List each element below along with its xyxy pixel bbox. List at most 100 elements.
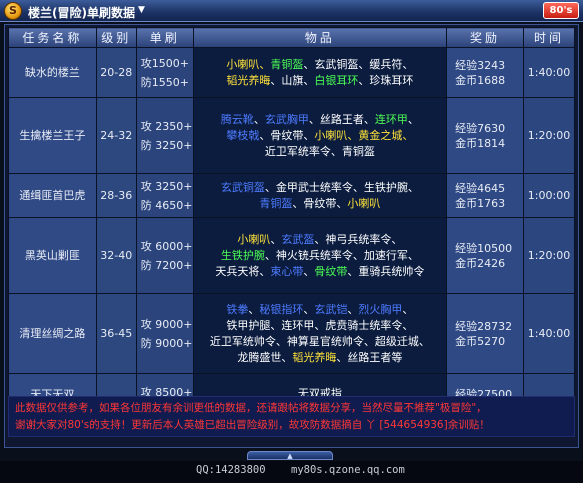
reward-cell: 经验28732 金币5270 (446, 293, 524, 374)
data-panel: 任务名称 级别 单刷 物品 奖励 时间 缺水的楼兰 20-28 攻1500+ 防155… (4, 24, 579, 448)
window-title: 楼兰(冒险)单刷数据 (28, 6, 135, 20)
item-text: 玄武盔 (281, 232, 315, 246)
time-value: 1:40:00 (527, 327, 571, 340)
reward-exp: 经验10500 (455, 241, 513, 255)
item-text: 骨纹带 (314, 264, 348, 278)
item-text: 、骨纹带、 (292, 196, 348, 210)
notice-line: 此数据仅供参考，如果各位朋友有余训更低的数据，还请跟帖将数据分享，当然尽量不推荐… (15, 402, 487, 414)
defense-requirement: 防 9000+ (140, 336, 193, 350)
header-level: 级别 (95, 27, 137, 48)
quest-name: 生擒楼兰王子 (19, 129, 86, 142)
items-line: 近卫军统率令、青铜盔 (198, 144, 442, 160)
item-text: 玄武胸甲 (264, 112, 309, 126)
items-line: 天兵天将、束心带、骨纹带、重骑兵统帅令 (198, 264, 442, 280)
item-text: 、 (303, 302, 315, 316)
solo-stats-cell: 攻 3250+ 防 4650+ (135, 173, 194, 218)
item-text: 龙腾盛世、 (237, 350, 293, 364)
notice-box: 此数据仅供参考，如果各位朋友有余训更低的数据，还请跟帖将数据分享，当然尽量不推荐… (8, 396, 575, 437)
time-cell: 1:40:00 (522, 293, 576, 374)
reward-cell: 经验3243 金币1688 (446, 47, 524, 98)
solo-stats-cell: 攻 2350+ 防 3250+ (135, 97, 194, 174)
item-text: 、丝路王者、 (308, 112, 375, 126)
item-text: 、玄武铜盔、缓兵符、 (303, 57, 414, 71)
item-text: 、金甲武士统率令、生铁护腕、 (264, 180, 419, 194)
reward-gold: 金币1688 (455, 73, 506, 87)
game-logo-icon: S (4, 2, 22, 20)
scroll-up-icon[interactable]: ▲ (247, 451, 333, 460)
level-cell: 32-40 (95, 217, 137, 294)
reward-cell: 经验10500 金币2426 (446, 217, 524, 294)
site-badge: 80's (543, 2, 579, 19)
level-cell: 36-45 (95, 293, 137, 374)
items-line: 生铁护腕、神火铳兵统率令、加速行军、 (198, 248, 442, 264)
level-range: 20-28 (100, 66, 133, 79)
items-line: 青铜盔、骨纹带、小喇叭 (198, 196, 442, 212)
items-line: 近卫军统帅令、神算星官统帅令、超级迁城、 (198, 334, 442, 350)
table-body: 缺水的楼兰 20-28 攻1500+ 防1550+ 小喇叭、青铜盔、玄武铜盔、缓兵符、韬… (8, 47, 576, 430)
time-value: 1:20:00 (527, 249, 571, 262)
item-text: 攀枝戟 (226, 128, 260, 142)
item-text: 秘银指环 (259, 302, 304, 316)
item-text: 、 (248, 302, 260, 316)
item-text: 韬光养晦 (292, 350, 337, 364)
table-row: 生擒楼兰王子 24-32 攻 2350+ 防 3250+ 腾云靴、玄武胸甲、丝路王者、连… (8, 97, 576, 174)
time-cell: 1:00:00 (522, 173, 576, 218)
table-row: 清理丝绸之路 36-45 攻 9000+ 防 9000+ 铁拳、秘银指环、玄武铠、烈火胸… (8, 293, 576, 374)
item-text: 、 (407, 112, 419, 126)
items-cell: 小喇叭、玄武盔、神弓兵统率令、 生铁护腕、神火铳兵统率令、加速行军、 天兵天将、束心… (192, 217, 448, 294)
items-cell: 玄武铜盔、金甲武士统率令、生铁护腕、青铜盔、骨纹带、小喇叭 (192, 173, 448, 218)
defense-requirement: 防 4650+ (140, 198, 193, 212)
items-cell: 腾云靴、玄武胸甲、丝路王者、连环甲、 攀枝戟、骨纹带、小喇叭、黄金之城、 近卫军统率… (192, 97, 448, 174)
item-text: 、 (402, 302, 414, 316)
item-text: 小喇叭 (314, 128, 348, 142)
attack-requirement: 攻 6000+ (140, 239, 193, 253)
item-text: 小喇叭 (347, 196, 381, 210)
items-cell: 小喇叭、青铜盔、玄武铜盔、缓兵符、 韬光养晦、山旗、白银耳环、珍珠耳环 (192, 47, 448, 98)
attack-requirement: 攻1500+ (140, 56, 189, 70)
item-text: 近卫军统率令、青铜盔 (264, 144, 375, 158)
notice-line: 谢谢大家对80's的支持！更新后本人英雄已超出冒险级别，故攻防数据摘自 丫 [5… (15, 419, 490, 431)
time-value: 1:20:00 (527, 129, 571, 142)
dropdown-arrow-icon[interactable]: ▼ (138, 5, 145, 15)
item-text: 生铁护腕 (220, 248, 265, 262)
item-text: 玄武铠 (314, 302, 348, 316)
time-cell: 1:40:00 (522, 47, 576, 98)
reward-exp: 经验3243 (455, 58, 506, 72)
items-line: 攀枝戟、骨纹带、小喇叭、黄金之城、 (198, 128, 442, 144)
attack-requirement: 攻 2350+ (140, 119, 193, 133)
table-row: 缺水的楼兰 20-28 攻1500+ 防1550+ 小喇叭、青铜盔、玄武铜盔、缓兵符、韬… (8, 47, 576, 98)
reward-gold: 金币5270 (455, 334, 506, 348)
items-cell: 铁拳、秘银指环、玄武铠、烈火胸甲、 铁甲护腿、连环甲、虎贲骑士统率令、 近卫军统帅令… (192, 293, 448, 374)
items-line: 小喇叭、青铜盔、玄武铜盔、缓兵符、 (198, 57, 442, 73)
item-text: 、山旗、 (270, 73, 315, 87)
defense-requirement: 防1550+ (140, 75, 189, 89)
item-text: 铁拳 (226, 302, 249, 316)
table-row: 黑英山剿匪 32-40 攻 6000+ 防 7200+ 小喇叭、玄武盔、神弓兵统率令、生… (8, 217, 576, 294)
header-items: 物品 (192, 27, 448, 48)
solo-stats-cell: 攻1500+ 防1550+ (135, 47, 194, 98)
item-text: 白银耳环 (314, 73, 359, 87)
level-cell: 24-32 (95, 97, 137, 174)
header-reward: 奖励 (446, 27, 524, 48)
level-range: 24-32 (100, 129, 133, 142)
item-text: 腾云靴 (220, 112, 254, 126)
table-row: 通缉匪首巴虎 28-36 攻 3250+ 防 4650+ 玄武铜盔、金甲武士统率令、生铁… (8, 173, 576, 218)
item-text: 玄武铜盔 (220, 180, 265, 194)
solo-stats-cell: 攻 9000+ 防 9000+ (135, 293, 194, 374)
time-cell: 1:20:00 (522, 217, 576, 294)
item-text: 青铜盔 (270, 57, 304, 71)
item-text: 青铜盔 (259, 196, 293, 210)
quest-name-cell: 黑英山剿匪 (8, 217, 97, 294)
reward-exp: 经验7630 (455, 121, 506, 135)
footer-qq: QQ:14283800 (196, 464, 266, 476)
item-text: 、神火铳兵统率令、加速行军、 (264, 248, 419, 262)
header-time: 时间 (522, 27, 576, 48)
defense-requirement: 防 3250+ (140, 138, 193, 152)
quest-name: 清理丝绸之路 (19, 327, 86, 340)
reward-exp: 经验28732 (455, 319, 513, 333)
item-text: 、 (347, 302, 359, 316)
item-text: 、珍珠耳环 (358, 73, 414, 87)
items-line: 腾云靴、玄武胸甲、丝路王者、连环甲、 (198, 112, 442, 128)
items-line: 韬光养晦、山旗、白银耳环、珍珠耳环 (198, 73, 442, 89)
attack-requirement: 攻 9000+ (140, 317, 193, 331)
